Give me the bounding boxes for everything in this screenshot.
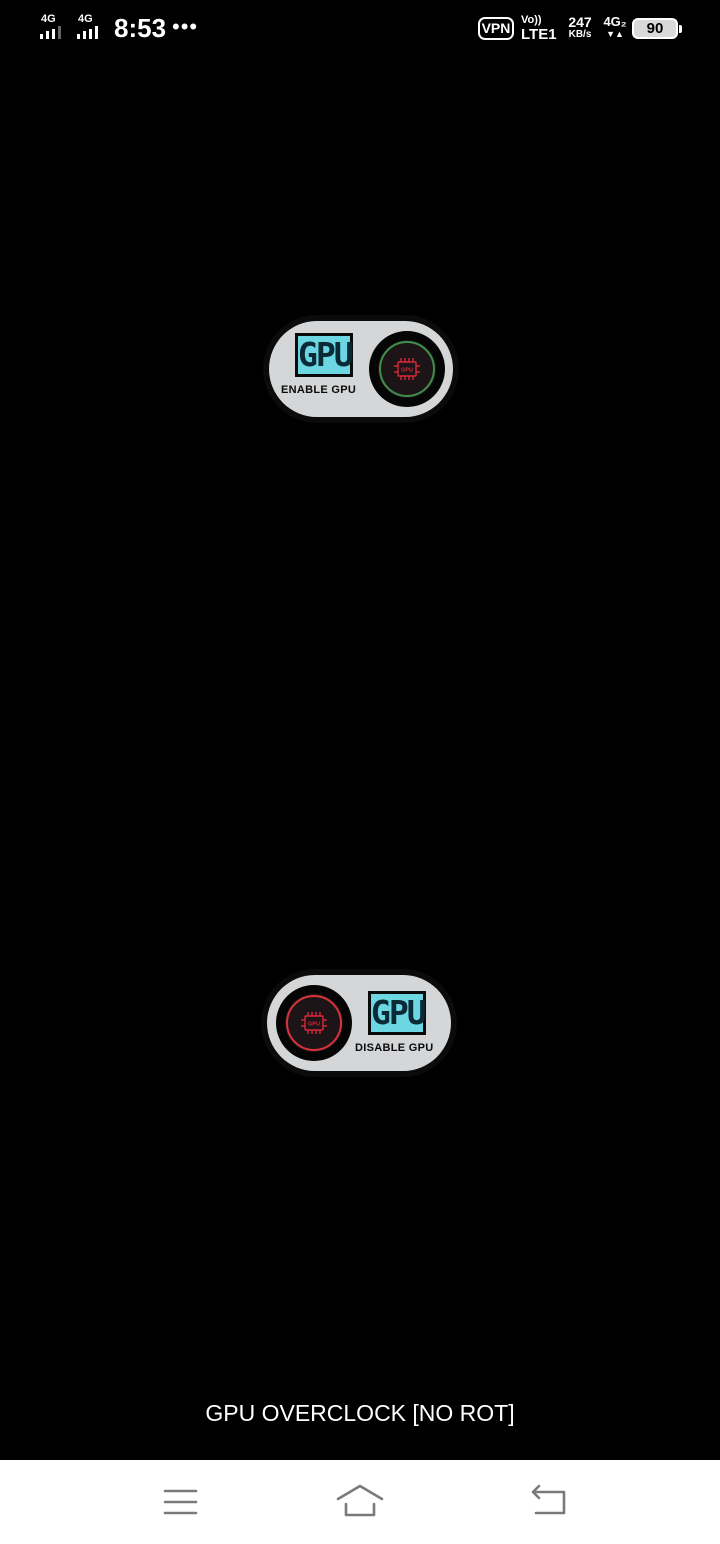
more-notifications-icon: •••: [172, 14, 199, 39]
network-speed: 247 KB/s: [564, 15, 596, 41]
volte-indicator: Vo)) LTE1: [521, 14, 561, 43]
disable-gpu-button-face: GPU GPU DISABLE GPU: [267, 975, 451, 1071]
enable-gpu-label: ENABLE GPU: [281, 384, 357, 396]
back-button[interactable]: [524, 1480, 574, 1524]
disable-gpu-label: DISABLE GPU: [355, 1042, 434, 1054]
status-bar: 4G 4G 8:53 ••• VPN Vo)) LTE1 247 KB/s 4G…: [0, 0, 720, 58]
sim2-network-label: 4G: [78, 13, 93, 25]
battery-icon: 90: [632, 18, 682, 39]
enable-gpu-button[interactable]: GPU ENABLE GPU GPU: [263, 315, 459, 423]
svg-text:GPU: GPU: [308, 1022, 320, 1028]
sim2-data-icon: 4G₂ ▼▲: [602, 15, 628, 40]
gpu-chip-icon: GPU: [378, 340, 436, 398]
navigation-bar: [0, 1460, 720, 1544]
volte-label: Vo)): [521, 14, 542, 26]
sim1-network-label: 4G: [41, 13, 56, 25]
lte-label: LTE1: [521, 26, 557, 43]
menu-icon: [163, 1489, 198, 1515]
svg-text:GPU: GPU: [401, 368, 413, 374]
toggle-knob: GPU: [369, 331, 445, 407]
gpu-chip-icon: GPU: [285, 994, 343, 1052]
network-speed-value: 247: [568, 14, 592, 30]
app-title: GPU OVERCLOCK [NO ROT]: [205, 1400, 515, 1426]
disable-gpu-button[interactable]: GPU GPU DISABLE GPU: [261, 969, 457, 1077]
data-activity-arrows-icon: ▼▲: [606, 29, 624, 39]
back-icon: [531, 1484, 566, 1515]
sim2-signal-icon: 4G: [77, 13, 111, 41]
home-icon: [336, 1484, 384, 1517]
menu-button[interactable]: [155, 1480, 205, 1524]
vpn-icon: VPN: [478, 17, 514, 40]
toggle-knob: GPU: [276, 985, 352, 1061]
network-speed-unit: KB/s: [568, 29, 592, 40]
gpu-logo: GPU: [295, 333, 354, 377]
sim2-data-label: 4G₂: [603, 14, 627, 29]
clock: 8:53: [114, 13, 167, 43]
gpu-logo: GPU: [368, 991, 427, 1035]
enable-gpu-button-face: GPU ENABLE GPU GPU: [269, 321, 453, 417]
home-button[interactable]: [335, 1480, 385, 1524]
sim1-signal-icon: 4G: [40, 13, 74, 41]
